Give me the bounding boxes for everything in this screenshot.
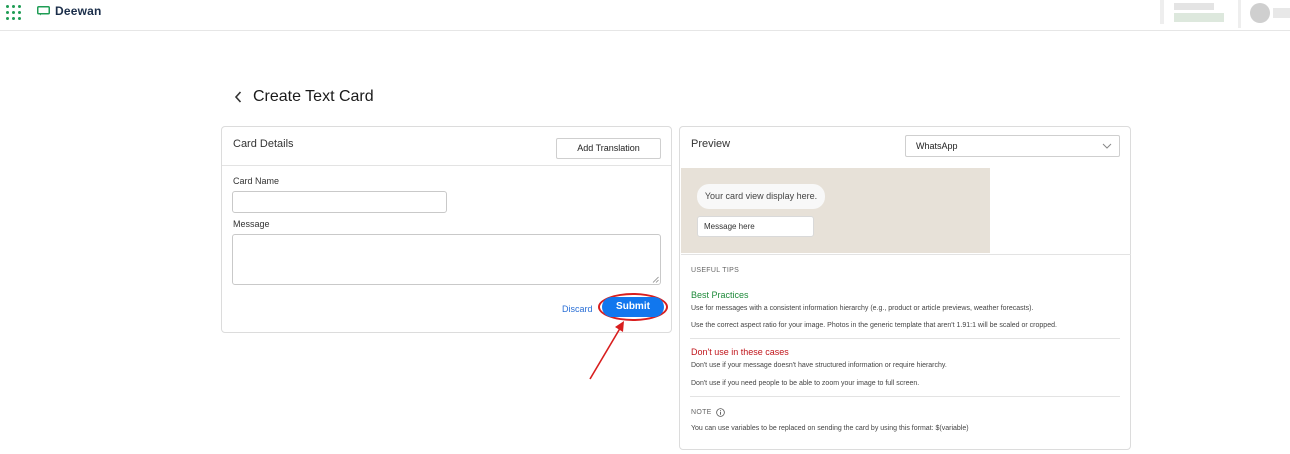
chat-preview-area: Your card view display here. Message her… xyxy=(681,168,990,253)
message-label: Message xyxy=(233,219,270,229)
best-practices-title: Best Practices xyxy=(691,290,749,300)
platform-select[interactable]: WhatsApp xyxy=(905,135,1120,157)
brand-name: Deewan xyxy=(55,4,102,18)
dont-use-line: Don't use if you need people to be able … xyxy=(691,380,920,387)
add-translation-button[interactable]: Add Translation xyxy=(556,138,661,159)
best-practice-line: Use the correct aspect ratio for your im… xyxy=(691,322,1057,329)
resize-grip-icon[interactable] xyxy=(652,276,659,283)
brand-logo[interactable]: Deewan xyxy=(37,4,102,18)
card-details-panel: Card Details Add Translation Card Name M… xyxy=(221,126,672,333)
page-title: Create Text Card xyxy=(253,88,374,105)
page-header: Create Text Card xyxy=(233,88,374,106)
chat-screen-icon xyxy=(37,6,50,16)
note-heading: NOTE xyxy=(691,408,725,417)
avatar[interactable] xyxy=(1250,3,1270,23)
user-account-area[interactable] xyxy=(1160,0,1290,30)
useful-tips-heading: USEFUL TIPS xyxy=(691,267,740,274)
dont-use-title: Don't use in these cases xyxy=(691,347,789,357)
discard-link[interactable]: Discard xyxy=(562,304,593,314)
card-name-input[interactable] xyxy=(232,191,447,213)
divider xyxy=(690,338,1120,339)
preview-title: Preview xyxy=(691,138,731,150)
divider xyxy=(681,254,1131,255)
chat-bubble: Your card view display here. xyxy=(697,184,825,209)
top-bar: Deewan xyxy=(0,0,1290,31)
preview-panel: Preview WhatsApp Your card view display … xyxy=(679,126,1131,450)
card-details-title: Card Details xyxy=(233,138,294,150)
divider xyxy=(690,396,1120,397)
best-practice-line: Use for messages with a consistent infor… xyxy=(691,305,1034,312)
chat-message-card: Message here xyxy=(697,216,814,237)
card-name-label: Card Name xyxy=(233,176,280,186)
platform-select-value: WhatsApp xyxy=(916,141,958,151)
note-label: NOTE xyxy=(691,409,712,416)
back-arrow-icon[interactable] xyxy=(233,90,243,104)
message-textarea[interactable] xyxy=(232,234,661,285)
annotation-arrow-icon xyxy=(589,321,624,380)
submit-button[interactable]: Submit xyxy=(602,297,664,317)
dont-use-line: Don't use if your message doesn't have s… xyxy=(691,362,947,369)
apps-grid-icon[interactable] xyxy=(6,5,21,20)
note-text: You can use variables to be replaced on … xyxy=(691,425,969,432)
card-details-header: Card Details Add Translation xyxy=(222,127,671,166)
info-icon[interactable] xyxy=(715,408,725,417)
chevron-down-icon xyxy=(1102,143,1112,149)
